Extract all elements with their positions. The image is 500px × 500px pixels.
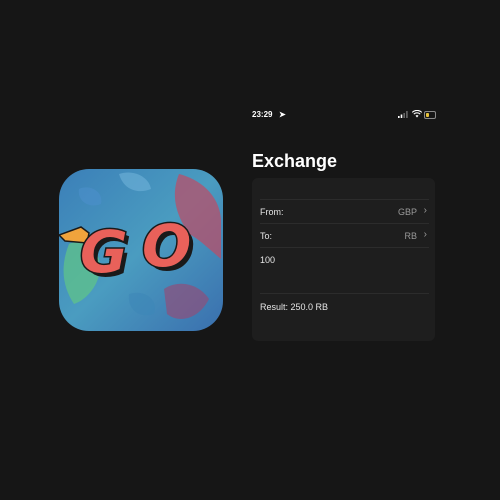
status-time: 23:29 [252, 110, 273, 119]
chevron-right-icon: › [423, 229, 427, 240]
from-label: From: [260, 207, 284, 217]
page-title: Exchange [252, 151, 338, 171]
svg-text:O: O [142, 212, 191, 280]
location-arrow-icon: ➤ [279, 110, 286, 119]
to-currency-value: RB [404, 231, 417, 241]
cellular-signal-icon [398, 111, 408, 118]
result-text: Result: 250.0 RB [260, 302, 329, 312]
to-label: To: [260, 231, 273, 241]
from-currency-row[interactable]: From: GBP › [260, 200, 429, 224]
result-row: Result: 250.0 RB [260, 294, 429, 322]
go-logo-icon: G O G O [59, 169, 223, 331]
status-bar: 23:29 ➤ [252, 108, 436, 122]
amount-value: 100 [260, 255, 276, 265]
svg-text:G: G [80, 218, 128, 286]
battery-icon [424, 111, 436, 119]
wifi-icon [412, 110, 422, 118]
amount-input[interactable]: 100 [260, 248, 429, 294]
chevron-right-icon: › [423, 205, 427, 216]
go-app-icon[interactable]: G O G O [59, 169, 223, 331]
from-currency-value: GBP [397, 207, 417, 217]
exchange-form-card: From: GBP › To: RB › 100 Result: 250.0 R… [252, 178, 435, 341]
battery-level [426, 113, 429, 117]
to-currency-row[interactable]: To: RB › [260, 224, 429, 248]
